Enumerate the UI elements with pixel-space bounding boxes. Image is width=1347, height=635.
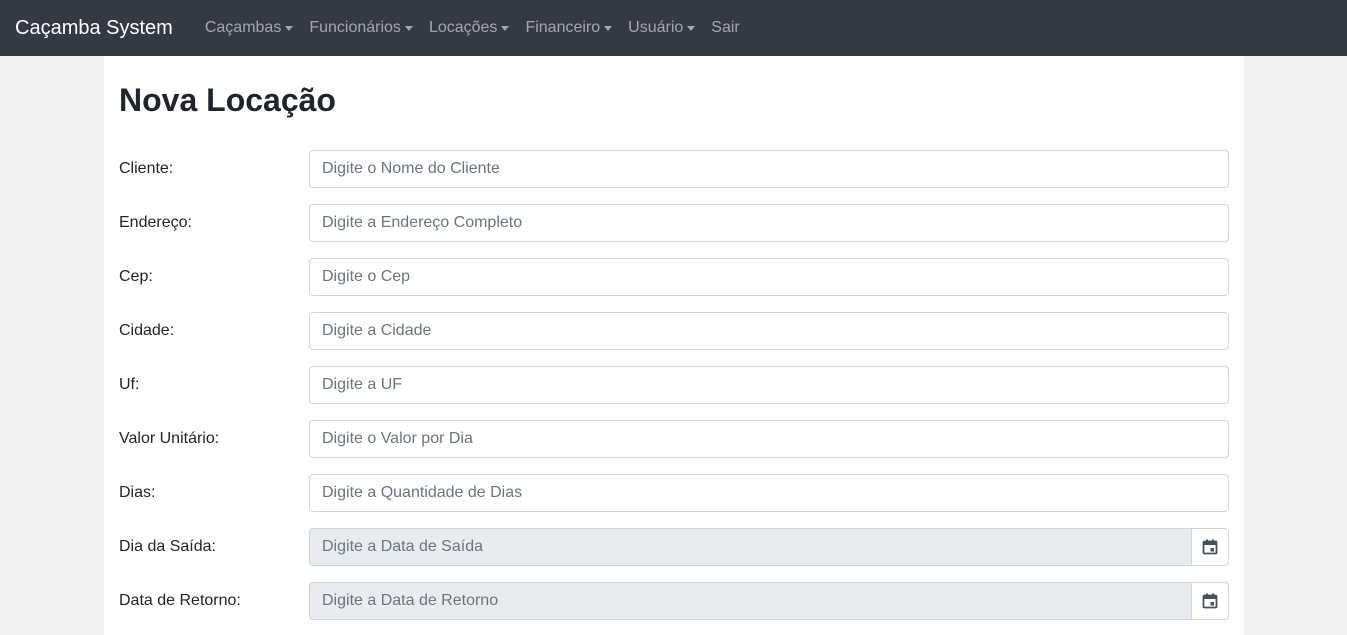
form-row-dias: Dias:	[119, 474, 1229, 512]
dias-label: Dias:	[119, 484, 156, 501]
cidade-label: Cidade:	[119, 322, 175, 339]
dia-saida-input[interactable]	[309, 528, 1192, 566]
form-row-data-retorno: Data de Retorno:	[119, 582, 1229, 620]
chevron-down-icon	[687, 25, 696, 31]
form-row-cidade: Cidade:	[119, 312, 1229, 350]
data-retorno-input[interactable]	[309, 582, 1192, 620]
nav-usuario[interactable]: Usuário	[620, 19, 703, 37]
chevron-down-icon	[404, 25, 413, 31]
calendar-icon[interactable]	[1192, 582, 1229, 620]
form-row-dia-saida: Dia da Saída:	[119, 528, 1229, 566]
cliente-input[interactable]	[309, 150, 1229, 188]
uf-label: Uf:	[119, 376, 140, 393]
nav-usuario-label: Usuário	[628, 19, 684, 36]
uf-input[interactable]	[309, 366, 1229, 404]
form-row-uf: Uf:	[119, 366, 1229, 404]
form-row-endereco: Endereço:	[119, 204, 1229, 242]
calendar-icon[interactable]	[1192, 528, 1229, 566]
chevron-down-icon	[501, 25, 510, 31]
nav-locacoes[interactable]: Locações	[421, 19, 518, 37]
endereco-label: Endereço:	[119, 214, 192, 231]
cep-label: Cep:	[119, 268, 153, 285]
cidade-input[interactable]	[309, 312, 1229, 350]
nav-locacoes-label: Locações	[428, 19, 498, 36]
navbar: Caçamba System Caçambas Funcionários Loc…	[0, 0, 1347, 56]
nav-financeiro-label: Financeiro	[525, 19, 601, 36]
endereco-input[interactable]	[309, 204, 1229, 242]
valor-unitario-label: Valor Unitário:	[119, 430, 220, 447]
nav-sair[interactable]: Sair	[703, 19, 747, 37]
chevron-down-icon	[285, 25, 294, 31]
form-container: Nova Locação Cliente: Endereço: Cep: Cid…	[104, 56, 1244, 635]
data-retorno-label: Data de Retorno:	[119, 592, 241, 609]
valor-unitario-input[interactable]	[309, 420, 1229, 458]
chevron-down-icon	[604, 25, 613, 31]
form-row-cliente: Cliente:	[119, 150, 1229, 188]
nav-funcionarios-label: Funcionários	[309, 19, 401, 36]
nav-cacambas[interactable]: Caçambas	[197, 19, 301, 37]
dia-saida-datepicker	[309, 528, 1229, 566]
form-row-valor-unitario: Valor Unitário:	[119, 420, 1229, 458]
cep-input[interactable]	[309, 258, 1229, 296]
navbar-brand[interactable]: Caçamba System	[15, 17, 173, 40]
form-row-cep: Cep:	[119, 258, 1229, 296]
data-retorno-datepicker	[309, 582, 1229, 620]
nav-sair-label: Sair	[711, 19, 740, 36]
cliente-label: Cliente:	[119, 160, 174, 177]
nav-funcionarios[interactable]: Funcionários	[301, 19, 421, 37]
page-title: Nova Locação	[119, 82, 336, 118]
dias-input[interactable]	[309, 474, 1229, 512]
nav-financeiro[interactable]: Financeiro	[517, 19, 620, 37]
dia-saida-label: Dia da Saída:	[119, 538, 216, 555]
nav-cacambas-label: Caçambas	[204, 19, 282, 36]
